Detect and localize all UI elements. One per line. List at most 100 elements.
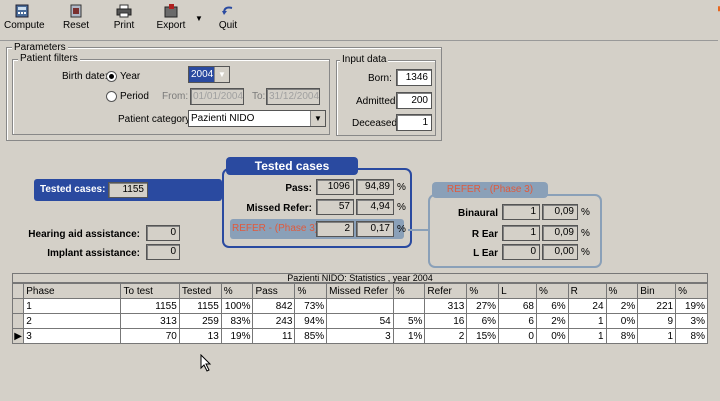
column-header[interactable]: % xyxy=(675,283,708,299)
to-date-field[interactable]: 31/12/2004 xyxy=(266,88,320,105)
table-cell[interactable]: 0% xyxy=(535,328,569,344)
table-cell[interactable]: 2 xyxy=(23,313,122,329)
column-header[interactable]: % xyxy=(392,283,426,299)
period-radio[interactable] xyxy=(106,91,117,102)
table-cell[interactable]: 221 xyxy=(637,298,677,314)
table-cell[interactable]: 1155 xyxy=(120,298,180,314)
quit-button[interactable]: Quit xyxy=(216,4,240,31)
print-button[interactable]: Print xyxy=(110,4,138,31)
chevron-down-icon: ▼ xyxy=(310,111,325,126)
table-cell[interactable]: 8% xyxy=(675,328,708,344)
row-indicator[interactable] xyxy=(11,313,25,329)
right-ear-label: R Ear xyxy=(471,229,498,240)
table-cell[interactable]: 15% xyxy=(466,328,500,344)
table-cell[interactable]: 6% xyxy=(535,298,569,314)
column-header[interactable]: % xyxy=(535,283,569,299)
column-header[interactable]: L xyxy=(498,283,537,299)
table-row[interactable]: 1 1155 1155 100% 842 73% 313 27% 68 6% 24 2% 221 19% xyxy=(11,298,708,314)
column-header[interactable]: Refer xyxy=(424,283,468,299)
table-cell[interactable]: 6 xyxy=(498,313,537,329)
column-header[interactable]: Phase xyxy=(23,283,122,299)
table-cell[interactable]: 3% xyxy=(675,313,708,329)
table-cell[interactable]: 1 xyxy=(567,328,607,344)
table-cell[interactable]: 1 xyxy=(637,328,677,344)
table-cell[interactable]: 24 xyxy=(567,298,607,314)
born-field[interactable]: 1346 xyxy=(396,69,432,86)
row-indicator[interactable] xyxy=(11,298,25,314)
table-cell[interactable]: 243 xyxy=(252,313,296,329)
binaural-pct-sign: % xyxy=(581,207,590,218)
table-cell[interactable]: 100% xyxy=(220,298,254,314)
column-header[interactable]: R xyxy=(567,283,607,299)
table-cell[interactable]: 1155 xyxy=(178,298,222,314)
table-cell[interactable]: 11 xyxy=(252,328,296,344)
left-ear-value: 0 xyxy=(502,244,540,260)
hearing-aid-value: 0 xyxy=(146,225,180,241)
column-header[interactable]: % xyxy=(294,283,328,299)
table-cell[interactable]: 19% xyxy=(675,298,708,314)
column-header[interactable]: % xyxy=(220,283,254,299)
export-dropdown-arrow[interactable]: ▼ xyxy=(194,14,204,23)
export-button[interactable]: Export xyxy=(154,4,188,31)
table-cell[interactable]: 1 xyxy=(23,298,122,314)
calculator-icon xyxy=(14,4,30,18)
table-cell[interactable]: 94% xyxy=(294,313,328,329)
table-cell[interactable]: 83% xyxy=(220,313,254,329)
left-ear-label: L Ear xyxy=(473,248,498,259)
patient-category-select[interactable]: Pazienti NIDO ▼ xyxy=(188,110,326,127)
table-cell[interactable]: 70 xyxy=(120,328,180,344)
binaural-percent: 0,09 xyxy=(542,204,578,220)
year-radio[interactable] xyxy=(106,71,117,82)
year-value: 2004 xyxy=(191,69,214,80)
table-row[interactable]: ▶ 3 70 13 19% 11 85% 3 1% 2 15% 0 0% 1 8% 1 8% xyxy=(11,328,708,344)
column-header[interactable]: Pass xyxy=(252,283,296,299)
column-header[interactable]: Bin xyxy=(637,283,677,299)
table-cell[interactable]: 313 xyxy=(424,298,468,314)
from-date-field[interactable]: 01/01/2004 xyxy=(190,88,244,105)
table-cell[interactable]: 54 xyxy=(326,313,394,329)
table-cell[interactable]: 0 xyxy=(498,328,537,344)
table-cell[interactable]: 0% xyxy=(605,313,639,329)
grid-header-row: Phase To test Tested% Pass% Missed Refer% Ref… xyxy=(11,283,708,299)
table-cell[interactable]: 1 xyxy=(567,313,607,329)
table-cell[interactable]: 68 xyxy=(498,298,537,314)
table-cell[interactable]: 3 xyxy=(326,328,394,344)
table-cell[interactable]: 6% xyxy=(466,313,500,329)
table-cell[interactable]: 2% xyxy=(535,313,569,329)
table-cell[interactable]: 9 xyxy=(637,313,677,329)
table-cell[interactable]: 259 xyxy=(178,313,222,329)
table-cell[interactable]: 27% xyxy=(466,298,500,314)
reset-button[interactable]: Reset xyxy=(60,4,92,31)
table-cell[interactable]: 85% xyxy=(294,328,328,344)
pass-value: 1096 xyxy=(316,179,354,195)
table-cell[interactable]: 3 xyxy=(23,328,122,344)
table-cell[interactable] xyxy=(392,298,426,314)
year-select[interactable]: 2004 ▼ xyxy=(188,66,230,83)
quit-arrow-icon xyxy=(220,4,236,18)
column-header[interactable]: % xyxy=(605,283,639,299)
column-header[interactable]: % xyxy=(466,283,500,299)
column-header[interactable]: Tested xyxy=(178,283,222,299)
table-cell[interactable]: 73% xyxy=(294,298,328,314)
deceased-field[interactable]: 1 xyxy=(396,114,432,131)
table-cell[interactable]: 13 xyxy=(178,328,222,344)
compute-button[interactable]: Compute xyxy=(4,4,45,31)
table-cell[interactable]: 313 xyxy=(120,313,180,329)
table-cell[interactable]: 2% xyxy=(605,298,639,314)
table-cell[interactable] xyxy=(326,298,394,314)
column-header[interactable]: Missed Refer xyxy=(326,283,394,299)
refer-pct-sign: % xyxy=(397,224,406,235)
current-row-arrow-icon[interactable]: ▶ xyxy=(11,328,25,344)
table-row[interactable]: 2 313 259 83% 243 94% 54 5% 16 6% 6 2% 1 0% 9 3% xyxy=(11,313,708,329)
column-header[interactable]: To test xyxy=(120,283,180,299)
refer-phase3-percent: 0,17 xyxy=(356,221,394,237)
table-cell[interactable]: 2 xyxy=(424,328,468,344)
table-cell[interactable]: 1% xyxy=(392,328,426,344)
binaural-value: 1 xyxy=(502,204,540,220)
table-cell[interactable]: 842 xyxy=(252,298,296,314)
table-cell[interactable]: 5% xyxy=(392,313,426,329)
table-cell[interactable]: 8% xyxy=(605,328,639,344)
admitted-field[interactable]: 200 xyxy=(396,92,432,109)
table-cell[interactable]: 16 xyxy=(424,313,468,329)
table-cell[interactable]: 19% xyxy=(220,328,254,344)
